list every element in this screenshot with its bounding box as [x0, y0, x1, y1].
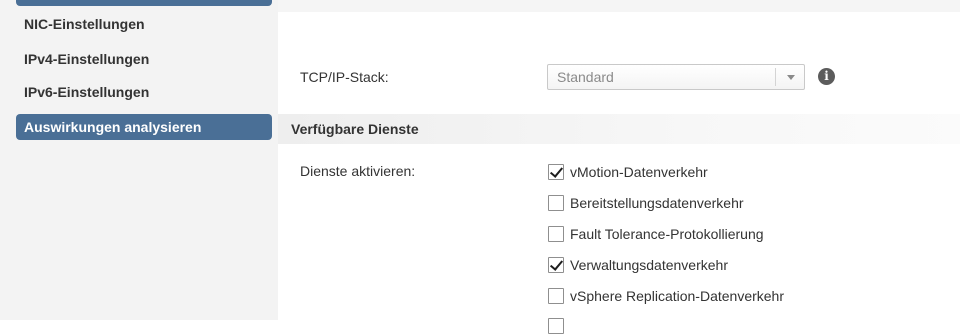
service-management-checkbox[interactable]	[548, 257, 564, 273]
tcpip-stack-label: TCP/IP-Stack:	[300, 69, 389, 85]
service-vsphere-replication-checkbox[interactable]	[548, 288, 564, 304]
service-vmotion-checkbox[interactable]	[548, 164, 564, 180]
service-provisioning-checkbox[interactable]	[548, 195, 564, 211]
sidebar-item-ipv6-settings[interactable]: IPv6-Einstellungen	[24, 84, 149, 100]
services-label: Dienste aktivieren:	[300, 163, 416, 179]
service-vsphere-replication-label: vSphere Replication-Datenverkehr	[570, 288, 784, 304]
info-icon[interactable]: i	[818, 68, 835, 85]
checkmark-icon	[549, 164, 564, 178]
sidebar-item-ipv4-settings[interactable]: IPv4-Einstellungen	[24, 51, 149, 67]
chevron-down-icon[interactable]	[787, 75, 795, 80]
sidebar-item-previous[interactable]	[16, 0, 272, 6]
service-vmotion[interactable]: vMotion-Datenverkehr	[548, 162, 708, 182]
service-management[interactable]: Verwaltungsdatenverkehr	[548, 255, 728, 275]
section-header: Verfügbare Dienste	[278, 114, 960, 144]
service-management-label: Verwaltungsdatenverkehr	[570, 257, 728, 273]
tcpip-stack-value: Standard	[557, 69, 614, 85]
sidebar-item-analyze-impact[interactable]: Auswirkungen analysieren	[16, 114, 272, 140]
service-next-partial[interactable]	[548, 316, 570, 336]
sidebar-item-nic-settings[interactable]: NIC-Einstellungen	[24, 16, 145, 32]
tcpip-stack-select[interactable]: Standard	[547, 64, 805, 90]
service-provisioning[interactable]: Bereitstellungsdatenverkehr	[548, 193, 744, 213]
service-fault-tolerance-checkbox[interactable]	[548, 226, 564, 242]
sidebar-nav: NIC-Einstellungen IPv4-Einstellungen IPv…	[0, 0, 278, 320]
section-title: Verfügbare Dienste	[291, 121, 419, 137]
service-vsphere-replication[interactable]: vSphere Replication-Datenverkehr	[548, 286, 784, 306]
checkmark-icon	[549, 257, 564, 271]
service-fault-tolerance[interactable]: Fault Tolerance-Protokollierung	[548, 224, 764, 244]
header-band	[278, 0, 960, 12]
service-next-checkbox[interactable]	[548, 318, 564, 334]
service-vmotion-label: vMotion-Datenverkehr	[570, 164, 708, 180]
service-provisioning-label: Bereitstellungsdatenverkehr	[570, 195, 744, 211]
main-panel: TCP/IP-Stack: Standard i Verfügbare Dien…	[278, 0, 960, 334]
service-fault-tolerance-label: Fault Tolerance-Protokollierung	[570, 226, 764, 242]
select-divider	[775, 68, 776, 86]
